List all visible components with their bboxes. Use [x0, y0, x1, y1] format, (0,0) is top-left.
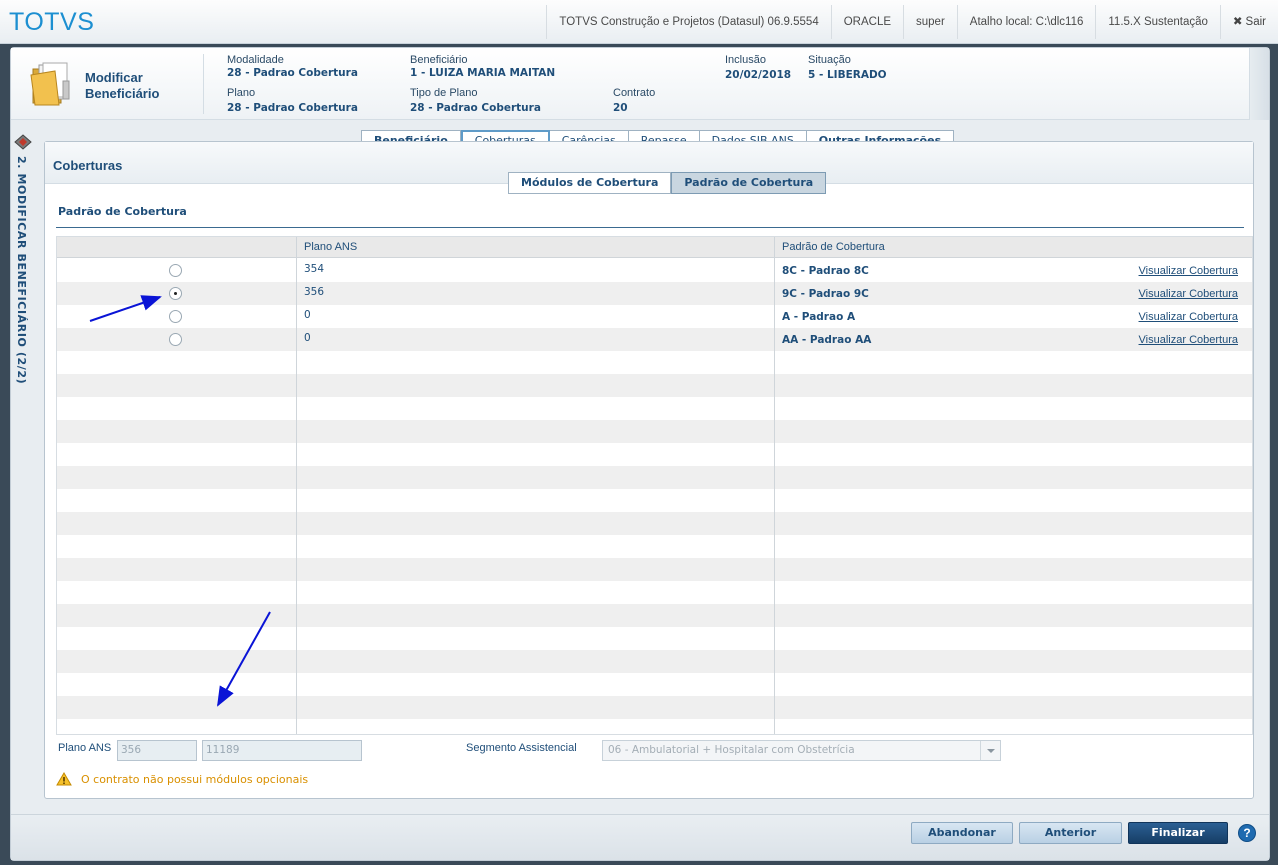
annotation-arrows: [89, 295, 271, 707]
arrow-to-selected-radio: [89, 295, 162, 322]
arrow-to-plano-ans-field: [217, 611, 271, 707]
